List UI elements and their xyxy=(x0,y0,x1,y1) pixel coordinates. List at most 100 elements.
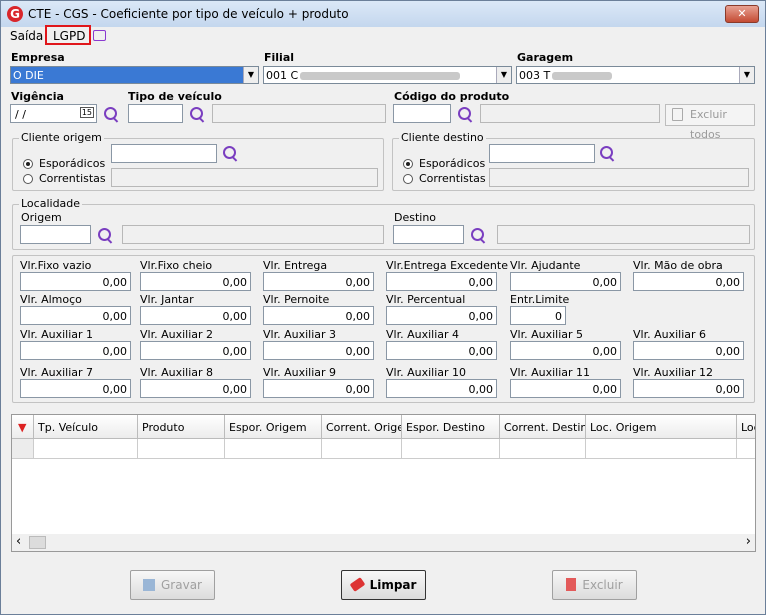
value-field-label: Vlr. Auxiliar 7 xyxy=(20,366,94,379)
filial-select[interactable]: 001 C ▼ xyxy=(263,66,512,84)
gravar-label: Gravar xyxy=(161,578,202,592)
radio-correntistas-destino[interactable] xyxy=(403,174,413,184)
tipo-veiculo-input[interactable] xyxy=(128,104,183,123)
value-field-label: Vlr. Auxiliar 8 xyxy=(140,366,214,379)
search-icon[interactable] xyxy=(599,145,615,161)
col-corrent-destino[interactable]: Corrent. Destino xyxy=(500,415,586,439)
value-field-input[interactable]: 0,00 xyxy=(386,306,497,325)
calendar-icon[interactable]: 15 xyxy=(79,107,94,118)
value-field-input[interactable]: 0,00 xyxy=(140,272,251,291)
value-field-input[interactable]: 0 xyxy=(510,306,566,325)
eraser-icon xyxy=(349,577,365,592)
empresa-select[interactable]: O DIE ▼ xyxy=(10,66,259,84)
value-field-input[interactable]: 0,00 xyxy=(386,379,497,398)
value-field-input[interactable]: 0,00 xyxy=(263,272,374,291)
value-field-input[interactable]: 0,00 xyxy=(263,341,374,360)
excluir-todos-label: Excluir todos xyxy=(690,108,727,141)
value-field-label: Vlr. Auxiliar 2 xyxy=(140,328,214,341)
scroll-thumb[interactable] xyxy=(29,536,46,549)
radio-esporadicos-origem[interactable] xyxy=(23,159,33,169)
origem-desc xyxy=(122,225,384,244)
chevron-down-icon[interactable]: ▼ xyxy=(243,67,258,83)
value-field-input[interactable]: 0,00 xyxy=(140,341,251,360)
value-field-input[interactable]: 0,00 xyxy=(20,272,131,291)
value-field-label: Vlr. Auxiliar 10 xyxy=(386,366,467,379)
cliente-origem-input[interactable] xyxy=(111,144,217,163)
trash-icon xyxy=(566,578,577,591)
chevron-down-icon[interactable]: ▼ xyxy=(739,67,754,83)
app-logo-icon: G xyxy=(7,6,23,22)
tipo-veiculo-desc xyxy=(212,104,386,123)
excluir-todos-button[interactable]: Excluir todos xyxy=(665,104,755,141)
value-field-input[interactable]: 0,00 xyxy=(510,379,621,398)
garagem-select[interactable]: 003 T ▼ xyxy=(516,66,755,84)
table-cell[interactable] xyxy=(225,439,322,459)
value-field-input[interactable]: 0,00 xyxy=(633,272,744,291)
col-produto[interactable]: Produto xyxy=(138,415,225,439)
scroll-left-icon[interactable]: ‹ xyxy=(16,534,21,549)
search-icon[interactable] xyxy=(457,106,473,122)
search-icon[interactable] xyxy=(189,106,205,122)
destino-input[interactable] xyxy=(393,225,464,244)
table-cell[interactable] xyxy=(34,439,138,459)
table-cell[interactable] xyxy=(402,439,500,459)
col-espor-origem[interactable]: Espor. Origem xyxy=(225,415,322,439)
gravar-button[interactable]: Gravar xyxy=(130,570,215,600)
value-field-input[interactable]: 0,00 xyxy=(386,341,497,360)
correntistas-destino-label: Correntistas xyxy=(419,172,486,185)
search-icon[interactable] xyxy=(103,106,119,122)
chevron-down-icon[interactable]: ▼ xyxy=(496,67,511,83)
excluir-button[interactable]: Excluir xyxy=(552,570,637,600)
chat-icon[interactable] xyxy=(93,30,106,41)
table-cell[interactable] xyxy=(138,439,225,459)
table-cell[interactable] xyxy=(586,439,737,459)
value-field-input[interactable]: 0,00 xyxy=(263,306,374,325)
col-loc-origem[interactable]: Loc. Origem xyxy=(586,415,737,439)
radio-correntistas-origem[interactable] xyxy=(23,174,33,184)
close-button[interactable]: ✕ xyxy=(725,5,759,23)
vigencia-input[interactable]: / / 15 xyxy=(10,104,97,123)
destino-desc xyxy=(497,225,750,244)
table-cell[interactable] xyxy=(737,439,755,459)
row-indicator[interactable] xyxy=(12,439,34,459)
scroll-right-icon[interactable]: › xyxy=(746,534,751,549)
redacted-text xyxy=(300,72,461,80)
col-tp-veiculo[interactable]: Tp. Veículo xyxy=(34,415,138,439)
sort-indicator-icon[interactable]: ▼ xyxy=(12,415,34,439)
value-field-input[interactable]: 0,00 xyxy=(20,341,131,360)
value-field-input[interactable]: 0,00 xyxy=(263,379,374,398)
value-field-input[interactable]: 0,00 xyxy=(140,306,251,325)
col-corrent-origem[interactable]: Corrent. Origem xyxy=(322,415,402,439)
value-field-input[interactable]: 0,00 xyxy=(140,379,251,398)
vigencia-label: Vigência xyxy=(11,90,64,103)
cliente-destino-input[interactable] xyxy=(489,144,595,163)
table-cell[interactable] xyxy=(322,439,402,459)
value-field-input[interactable]: 0,00 xyxy=(633,341,744,360)
cliente-destino-title: Cliente destino xyxy=(399,131,486,144)
origem-input[interactable] xyxy=(20,225,91,244)
value-field-input[interactable]: 0,00 xyxy=(510,341,621,360)
col-espor-destino[interactable]: Espor. Destino xyxy=(402,415,500,439)
value-field-input[interactable]: 0,00 xyxy=(633,379,744,398)
value-field-label: Vlr. Pernoite xyxy=(263,293,330,306)
limpar-button[interactable]: Limpar xyxy=(341,570,426,600)
table-cell[interactable] xyxy=(500,439,586,459)
value-field-label: Vlr. Auxiliar 1 xyxy=(20,328,94,341)
menu-exit[interactable]: Saída xyxy=(10,29,43,43)
radio-esporadicos-destino[interactable] xyxy=(403,159,413,169)
localidade-title: Localidade xyxy=(19,197,83,210)
value-field-input[interactable]: 0,00 xyxy=(510,272,621,291)
search-icon[interactable] xyxy=(222,145,238,161)
horizontal-scrollbar[interactable]: ‹ › xyxy=(12,534,755,551)
value-field-label: Vlr. Almoço xyxy=(20,293,82,306)
search-icon[interactable] xyxy=(470,227,486,243)
trash-icon xyxy=(672,108,683,121)
window-title: CTE - CGS - Coeficiente por tipo de veíc… xyxy=(28,7,349,21)
col-loc[interactable]: Loc xyxy=(737,415,755,439)
codigo-produto-input[interactable] xyxy=(393,104,451,123)
results-grid[interactable]: ▼ Tp. Veículo Produto Espor. Origem Corr… xyxy=(11,414,756,552)
value-field-input[interactable]: 0,00 xyxy=(20,306,131,325)
search-icon[interactable] xyxy=(97,227,113,243)
value-field-input[interactable]: 0,00 xyxy=(386,272,497,291)
value-field-input[interactable]: 0,00 xyxy=(20,379,131,398)
